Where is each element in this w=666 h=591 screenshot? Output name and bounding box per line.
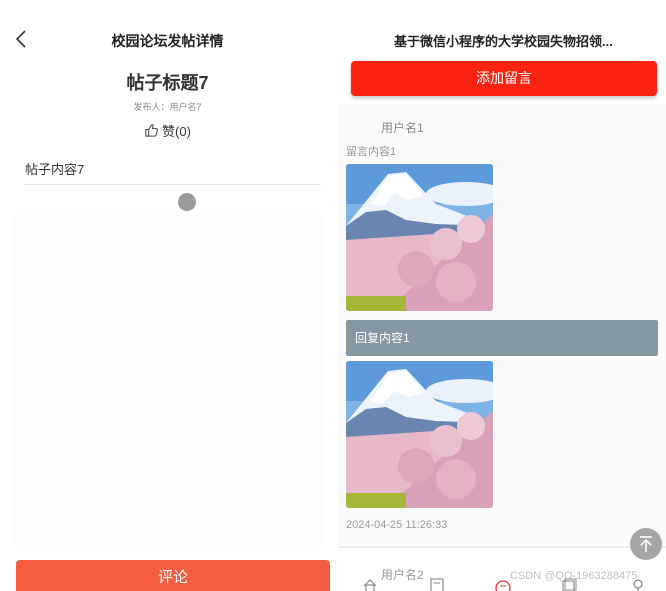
thumbs-up-icon: [145, 124, 159, 137]
forum-icon[interactable]: [495, 578, 511, 591]
message-divider: [338, 546, 666, 548]
mount-fuji-cherry-blossom-image: [346, 361, 493, 508]
message-timestamp: 2024-04-25 11:26:33: [346, 519, 448, 531]
add-message-button[interactable]: 添加留言: [351, 61, 657, 96]
reply-image[interactable]: [346, 361, 493, 508]
news-icon[interactable]: [429, 578, 445, 591]
page-title: 基于微信小程序的大学校园失物招领...: [394, 34, 613, 49]
post-content: 帖子内容7: [25, 159, 321, 185]
nav-bar: 校园论坛发帖详情: [0, 0, 335, 60]
message-username: 用户名1: [381, 121, 424, 135]
comment-button[interactable]: 评论: [16, 560, 330, 591]
home-icon[interactable]: [362, 578, 378, 591]
loading-indicator: [178, 193, 196, 211]
reply-content: 回复内容1: [346, 320, 658, 356]
like-count-label: 赞(0): [162, 124, 191, 139]
watermark: CSDN @QQ-1963288475: [510, 570, 638, 582]
message-content: 留言内容1: [346, 146, 397, 158]
arrow-up-to-top-icon: [640, 536, 652, 552]
message-image[interactable]: [346, 164, 493, 311]
post-title: 帖子标题7: [126, 73, 209, 93]
scroll-to-top-button[interactable]: [630, 528, 662, 560]
page-title: 校园论坛发帖详情: [111, 33, 224, 49]
publisher-label: 发布人：用户名7: [133, 102, 202, 112]
message-list-page: 基于微信小程序的大学校园失物招领... 添加留言 用户名1 留言内容1 回复内容…: [338, 0, 666, 591]
message-username: 用户名2: [381, 568, 424, 582]
like-button[interactable]: 赞(0): [0, 121, 335, 140]
post-body-area: [12, 215, 324, 545]
mount-fuji-cherry-blossom-image: [346, 164, 493, 311]
forum-post-detail-page: 校园论坛发帖详情 帖子标题7 发布人：用户名7 赞(0) 帖子内容7 评论: [0, 0, 335, 591]
